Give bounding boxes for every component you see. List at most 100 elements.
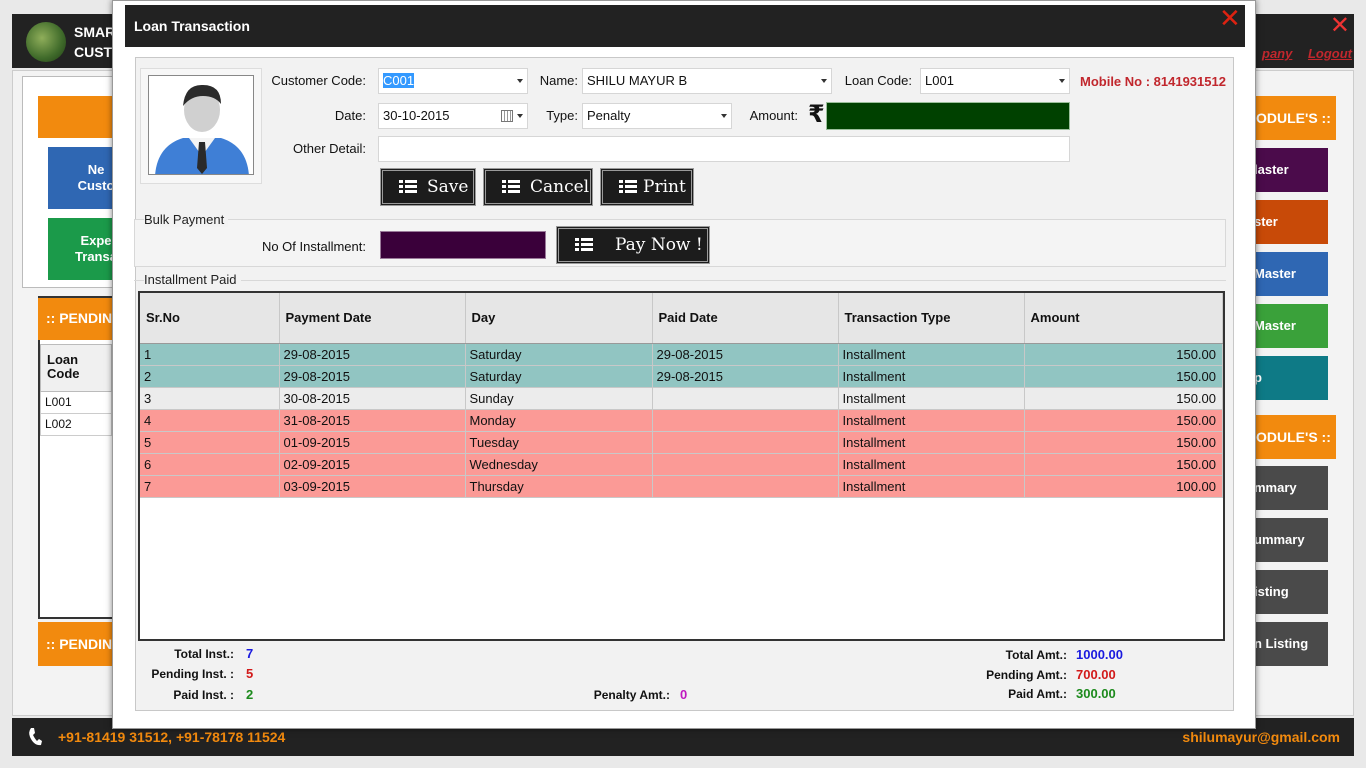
cell-paid-date[interactable] (652, 475, 839, 498)
save-button[interactable]: Save (380, 168, 476, 206)
date-picker[interactable]: 30-10-2015 (378, 103, 528, 129)
cell-payment-date[interactable]: 31-08-2015 (279, 409, 466, 432)
cell-day[interactable]: Monday (465, 409, 653, 432)
cell-type[interactable]: Installment (838, 343, 1025, 366)
column-header[interactable]: Amount (1024, 293, 1223, 344)
pending-row[interactable]: L002 (40, 414, 112, 436)
column-header[interactable]: Payment Date (279, 293, 466, 344)
company-link[interactable]: pany (1262, 46, 1292, 61)
cell-sr[interactable]: 2 (140, 365, 280, 388)
table-row[interactable]: 2 29-08-2015 Saturday 29-08-2015 Installment… (140, 365, 1223, 388)
cell-paid-date[interactable] (652, 431, 839, 454)
cell-day[interactable]: Tuesday (465, 431, 653, 454)
right-module-header-2: ODULE'S :: (1248, 415, 1336, 459)
chevron-down-icon[interactable] (517, 79, 523, 83)
right-tile-listing-2[interactable]: n Listing (1248, 622, 1328, 666)
print-button[interactable]: Print (600, 168, 694, 206)
pending-row[interactable]: L001 (40, 392, 112, 414)
dialog-title: Loan Transaction (125, 5, 1245, 47)
customer-code-select[interactable]: C001 (378, 68, 528, 94)
chevron-down-icon[interactable] (517, 114, 523, 118)
chevron-down-icon[interactable] (721, 114, 727, 118)
cell-paid-date[interactable] (652, 409, 839, 432)
installment-count-input[interactable] (380, 231, 546, 259)
cell-sr[interactable]: 5 (140, 431, 280, 454)
cell-amount[interactable]: 150.00 (1024, 365, 1223, 388)
right-tile-master-4[interactable]: Master (1248, 304, 1328, 348)
cell-payment-date[interactable]: 29-08-2015 (279, 343, 466, 366)
table-row[interactable]: 3 30-08-2015 Sunday Installment 150.00 (140, 387, 1223, 410)
installment-grid: Sr.No Payment Date Day Paid Date Transac… (138, 291, 1225, 641)
cell-sr[interactable]: 4 (140, 409, 280, 432)
app-close-icon[interactable]: ✕ (1330, 14, 1350, 38)
cell-amount[interactable]: 150.00 (1024, 453, 1223, 476)
column-header[interactable]: Day (465, 293, 653, 344)
column-header[interactable]: Paid Date (652, 293, 839, 344)
cell-day[interactable]: Wednesday (465, 453, 653, 476)
cell-amount[interactable]: 150.00 (1024, 431, 1223, 454)
cell-paid-date[interactable] (652, 387, 839, 410)
cell-day[interactable]: Saturday (465, 343, 653, 366)
column-header[interactable]: Sr.No (140, 293, 280, 344)
chevron-down-icon[interactable] (821, 79, 827, 83)
cell-payment-date[interactable]: 01-09-2015 (279, 431, 466, 454)
new-customer-tile[interactable]: Ne Custo (48, 147, 114, 209)
dialog-close-icon[interactable]: ✕ (1219, 5, 1241, 31)
cell-amount[interactable]: 150.00 (1024, 343, 1223, 366)
cell-payment-date[interactable]: 03-09-2015 (279, 475, 466, 498)
cell-day[interactable]: Saturday (465, 365, 653, 388)
cell-type[interactable]: Installment (838, 475, 1025, 498)
table-row[interactable]: 1 29-08-2015 Saturday 29-08-2015 Installment… (140, 343, 1223, 366)
cell-amount[interactable]: 150.00 (1024, 409, 1223, 432)
loan-code-value: L001 (925, 73, 954, 88)
name-select[interactable]: SHILU MAYUR B (582, 68, 832, 94)
expense-transaction-tile[interactable]: Expe Transa (48, 218, 114, 280)
right-tile-5[interactable]: p (1248, 356, 1328, 400)
cell-amount[interactable]: 100.00 (1024, 475, 1223, 498)
right-tile-summary-2[interactable]: ummary (1248, 518, 1328, 562)
cell-type[interactable]: Installment (838, 409, 1025, 432)
right-tile-master-2[interactable]: ster (1248, 200, 1328, 244)
table-row[interactable]: 4 31-08-2015 Monday Installment 150.00 (140, 409, 1223, 432)
cell-day[interactable]: Thursday (465, 475, 653, 498)
cell-sr[interactable]: 7 (140, 475, 280, 498)
other-detail-input[interactable] (378, 136, 1070, 162)
right-tile-master-3[interactable]: Master (1248, 252, 1328, 296)
right-tile-summary-1[interactable]: mmary (1248, 466, 1328, 510)
table-row[interactable]: 7 03-09-2015 Thursday Installment 100.00 (140, 475, 1223, 498)
cell-paid-date[interactable]: 29-08-2015 (652, 343, 839, 366)
app-logo (26, 22, 66, 62)
cell-payment-date[interactable]: 02-09-2015 (279, 453, 466, 476)
loan-code-select[interactable]: L001 (920, 68, 1070, 94)
cell-paid-date[interactable]: 29-08-2015 (652, 365, 839, 388)
cell-day[interactable]: Sunday (465, 387, 653, 410)
column-header[interactable]: Transaction Type (838, 293, 1025, 344)
customer-code-label: Customer Code: (271, 73, 366, 88)
cell-payment-date[interactable]: 30-08-2015 (279, 387, 466, 410)
logout-link[interactable]: Logout (1308, 46, 1352, 61)
cell-type[interactable]: Installment (838, 453, 1025, 476)
cell-type[interactable]: Installment (838, 365, 1025, 388)
right-tile-listing-1[interactable]: isting (1248, 570, 1328, 614)
right-tile-master-1[interactable]: laster (1248, 148, 1328, 192)
pending-amt-label: Pending Amt.: (986, 668, 1067, 682)
type-select[interactable]: Penalty (582, 103, 732, 129)
cell-type[interactable]: Installment (838, 387, 1025, 410)
cell-sr[interactable]: 1 (140, 343, 280, 366)
cell-sr[interactable]: 3 (140, 387, 280, 410)
cell-amount[interactable]: 150.00 (1024, 387, 1223, 410)
amount-input[interactable] (826, 102, 1070, 130)
paid-inst-label: Paid Inst. : (173, 688, 234, 702)
calendar-icon[interactable] (501, 110, 513, 122)
chevron-down-icon[interactable] (1059, 79, 1065, 83)
pending-inst-label: Pending Inst. : (151, 667, 234, 681)
cell-type[interactable]: Installment (838, 431, 1025, 454)
table-row[interactable]: 5 01-09-2015 Tuesday Installment 150.00 (140, 431, 1223, 454)
cell-payment-date[interactable]: 29-08-2015 (279, 365, 466, 388)
cancel-button[interactable]: Cancel (483, 168, 593, 206)
pay-now-button[interactable]: Pay Now ! (556, 226, 710, 264)
total-inst-label: Total Inst.: (174, 647, 234, 661)
cell-sr[interactable]: 6 (140, 453, 280, 476)
cell-paid-date[interactable] (652, 453, 839, 476)
table-row[interactable]: 6 02-09-2015 Wednesday Installment 150.00 (140, 453, 1223, 476)
